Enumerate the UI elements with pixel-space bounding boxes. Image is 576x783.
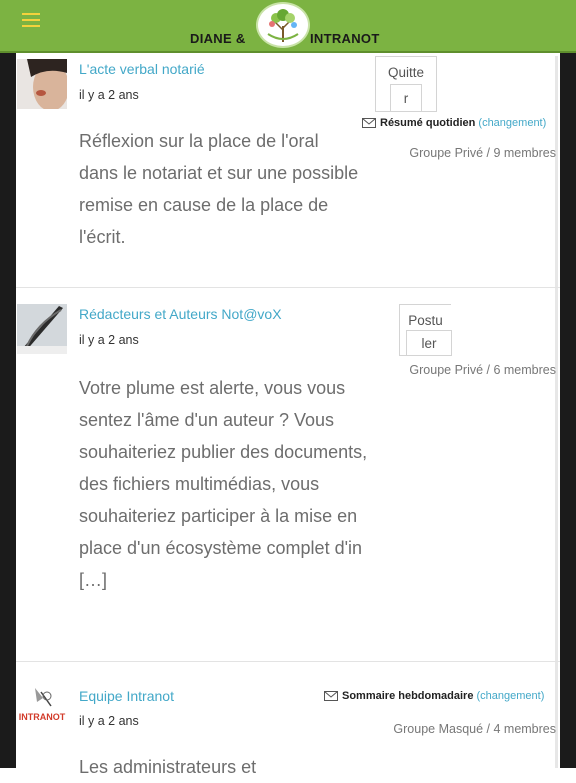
menu-icon[interactable]: [22, 13, 40, 27]
group-name[interactable]: L'acte verbal notarié: [79, 61, 205, 77]
avatar-logo-text: INTRANOT: [18, 712, 66, 722]
group-description: Réflexion sur la place de l'oral dans le…: [79, 131, 359, 247]
group-item: INTRANOT Equipe Intranot il y a 2 ans Le…: [16, 662, 560, 782]
group-description: Les administrateurs et: [79, 757, 257, 777]
group-meta: Groupe Privé / 9 membres: [409, 146, 556, 160]
group-avatar[interactable]: INTRANOT: [17, 682, 67, 732]
group-name[interactable]: Rédacteurs et Auteurs Not@voX: [79, 306, 282, 322]
group-item: Rédacteurs et Auteurs Not@voX il y a 2 a…: [16, 288, 560, 662]
right-frame: [560, 0, 576, 768]
button-label-2: r: [403, 91, 409, 106]
envelope-icon: [362, 118, 376, 128]
group-meta: Groupe Masqué / 4 membres: [393, 722, 556, 736]
top-bar: DIANE & INTRANOT: [0, 0, 576, 53]
left-frame: [0, 0, 16, 768]
group-time: il y a 2 ans: [79, 333, 139, 347]
envelope-icon: [324, 691, 338, 701]
request-join-button[interactable]: Postu ler: [399, 304, 452, 356]
subscription-type: Résumé quotidien: [380, 117, 476, 129]
subscription-line: Résumé quotidien (changement): [362, 117, 546, 129]
subscription-type: Sommaire hebdomadaire: [342, 690, 474, 702]
button-label: Postu: [408, 313, 443, 328]
group-meta: Groupe Privé / 6 membres: [409, 363, 556, 377]
site-logo[interactable]: [256, 2, 310, 48]
change-subscription-link[interactable]: (changement): [477, 690, 545, 702]
button-inner: ler: [406, 330, 452, 356]
group-time: il y a 2 ans: [79, 714, 139, 728]
group-avatar[interactable]: [17, 304, 67, 354]
brand-left: DIANE &: [190, 31, 246, 46]
change-subscription-link[interactable]: (changement): [478, 117, 546, 129]
button-label: Quitte: [387, 65, 425, 80]
group-item: L'acte verbal notarié il y a 2 ans Réfle…: [16, 53, 560, 288]
group-name[interactable]: Equipe Intranot: [79, 688, 174, 704]
group-avatar[interactable]: [17, 59, 69, 111]
leave-group-button[interactable]: Quitte r: [375, 56, 437, 112]
brand-right: INTRANOT: [310, 31, 380, 46]
group-list: L'acte verbal notarié il y a 2 ans Réfle…: [16, 53, 560, 782]
group-time: il y a 2 ans: [79, 88, 139, 102]
group-description: Votre plume est alerte, vous vous sentez…: [79, 378, 368, 590]
button-inner: r: [390, 84, 422, 112]
button-label-2: ler: [421, 336, 437, 351]
subscription-line: Sommaire hebdomadaire (changement): [324, 690, 544, 702]
